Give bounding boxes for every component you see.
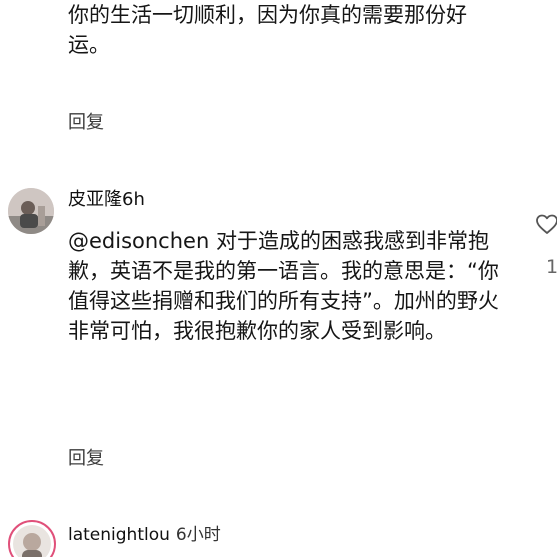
comment-text: @edisonchen 对于造成的困惑我感到非常抱歉，英语不是我的第一语言。我的… bbox=[68, 229, 499, 343]
avatar[interactable] bbox=[8, 520, 56, 557]
avatar-photo-icon bbox=[8, 188, 54, 234]
username[interactable]: latenightlou bbox=[68, 525, 170, 545]
username[interactable]: 皮亚隆 bbox=[68, 189, 122, 210]
comment-author[interactable]: 皮亚隆6h bbox=[68, 185, 145, 211]
previous-comment-text: 你的生活一切顺利，因为你真的需要那份好运。 bbox=[68, 3, 467, 57]
heart-icon[interactable] bbox=[535, 212, 557, 236]
comment-thread: 你的生活一切顺利，因为你真的需要那份好运。 回复 皮亚隆6h @edisonch… bbox=[0, 0, 557, 557]
avatar[interactable] bbox=[8, 188, 54, 234]
timestamp: 6小时 bbox=[175, 525, 221, 545]
like-count: 1 bbox=[546, 256, 557, 278]
reply-button[interactable]: 回复 bbox=[68, 108, 104, 134]
timestamp: 6h bbox=[122, 189, 145, 210]
avatar-photo-icon bbox=[13, 525, 51, 557]
comment-author[interactable]: latenightlou 6小时 bbox=[68, 520, 221, 545]
reply-button[interactable]: 回复 bbox=[68, 444, 104, 470]
